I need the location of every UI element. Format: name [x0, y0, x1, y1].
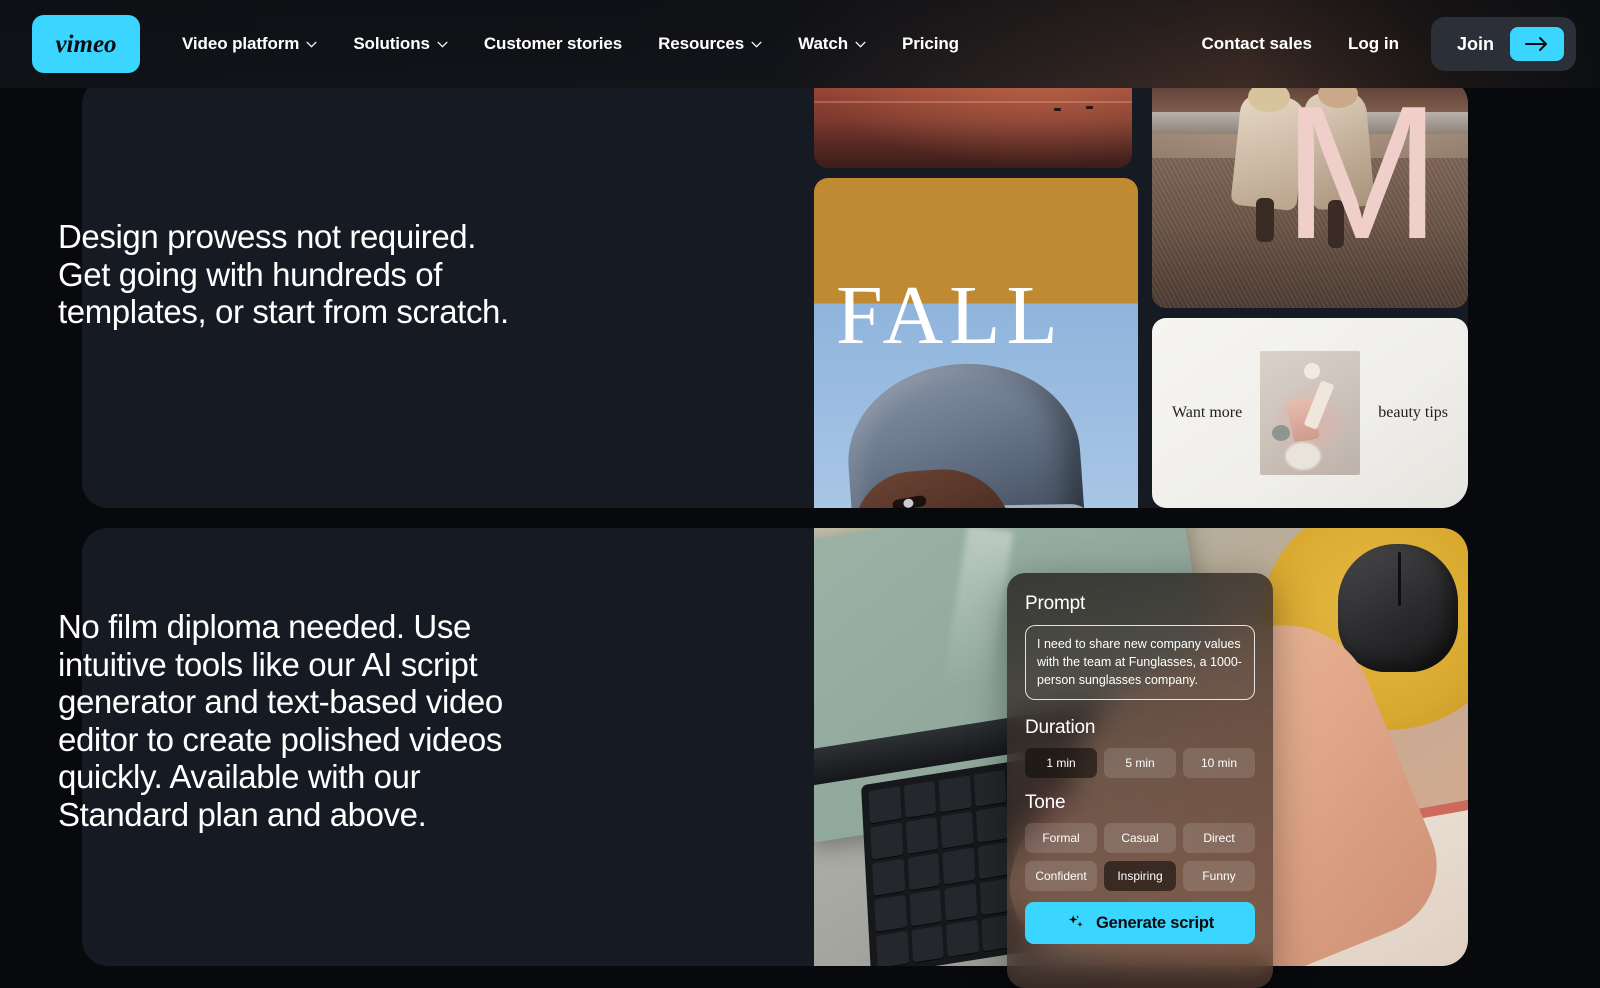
join-label: Join [1456, 33, 1494, 54]
tone-option-inspiring[interactable]: Inspiring [1104, 861, 1176, 892]
nav-item-label: Customer stories [483, 34, 623, 53]
prompt-input[interactable]: I need to share new company values with … [1025, 625, 1255, 701]
join-button[interactable]: Join [1430, 17, 1576, 71]
log-in-link[interactable]: Log in [1330, 24, 1417, 64]
sparkle-icon [1068, 915, 1083, 928]
product-jar [1284, 441, 1323, 471]
contact-sales-link[interactable]: Contact sales [1183, 24, 1330, 64]
chevron-down-icon [855, 41, 866, 48]
tone-option-direct[interactable]: Direct [1183, 823, 1255, 854]
chevron-down-icon [751, 41, 762, 48]
boat-speck [1054, 108, 1061, 111]
screen-glare [943, 528, 1014, 691]
fall-template-word: FALL [836, 269, 1064, 362]
template-collage: FALL M Want more beauty tips [814, 78, 1468, 508]
nav-item-label: Video platform [182, 34, 300, 53]
nav-item-resources[interactable]: Resources [640, 24, 780, 64]
nav-item-label: Watch [798, 34, 848, 53]
boat-speck [1086, 106, 1093, 109]
duration-option-1min[interactable]: 1 min [1025, 748, 1097, 779]
eye-shape [891, 494, 928, 508]
chevron-down-icon [306, 41, 317, 48]
child-leg [1256, 198, 1274, 242]
nav-links: Video platform Solutions Customer storie… [164, 24, 977, 64]
chevron-down-icon [437, 41, 448, 48]
tone-label: Tone [1025, 792, 1066, 814]
nav-item-watch[interactable]: Watch [780, 24, 884, 64]
page-root: vimeo Video platform Solutions Customer … [0, 0, 1600, 988]
monogram-letter: M [1282, 78, 1441, 279]
nav-actions: Contact sales Log in Join [1183, 17, 1576, 71]
nav-item-customer-stories[interactable]: Customer stories [466, 24, 640, 64]
product-pearl [1304, 363, 1321, 379]
tone-options-row-1: Formal Casual Direct [1025, 823, 1255, 854]
generate-script-button[interactable]: Generate script [1025, 902, 1255, 945]
vimeo-logo[interactable]: vimeo [32, 15, 140, 73]
tone-options-row-2: Confident Inspiring Funny [1025, 861, 1255, 892]
ai-headline: No film diploma needed. Use intuitive to… [58, 608, 503, 834]
arrow-right-icon[interactable] [1510, 27, 1564, 61]
tone-option-formal[interactable]: Formal [1025, 823, 1097, 854]
beauty-tile-right-text: beauty tips [1378, 404, 1448, 421]
nav-item-solutions[interactable]: Solutions [335, 24, 466, 64]
computer-mouse [1338, 544, 1458, 672]
tone-option-casual[interactable]: Casual [1104, 823, 1176, 854]
duration-label: Duration [1025, 717, 1096, 739]
beauty-tile-left-text: Want more [1171, 404, 1243, 421]
product-stone [1272, 425, 1291, 441]
tone-option-confident[interactable]: Confident [1025, 861, 1097, 892]
template-thumb-fall[interactable]: FALL [814, 178, 1138, 508]
nav-item-pricing[interactable]: Pricing [884, 24, 977, 64]
beauty-product-photo [1260, 351, 1361, 475]
mouse-seam [1398, 552, 1401, 606]
nav-item-video-platform[interactable]: Video platform [164, 24, 335, 64]
duration-option-5min[interactable]: 5 min [1104, 748, 1176, 779]
template-thumb-monogram[interactable]: M [1152, 78, 1468, 308]
duration-options: 1 min 5 min 10 min [1025, 748, 1255, 779]
ai-script-generator-panel: Prompt I need to share new company value… [1007, 573, 1273, 988]
prompt-label: Prompt [1025, 593, 1086, 614]
generate-script-label: Generate script [1095, 913, 1215, 932]
templates-headline: Design prowess not required. Get going w… [58, 218, 509, 331]
nav-item-label: Pricing [902, 34, 959, 53]
template-thumb-beauty-tips[interactable]: Want more beauty tips [1152, 318, 1468, 508]
nav-item-label: Resources [658, 34, 745, 53]
horizon-line [814, 101, 1132, 104]
top-navigation-bar: vimeo Video platform Solutions Customer … [0, 0, 1600, 88]
nav-item-label: Solutions [353, 34, 430, 53]
svg-text:vimeo: vimeo [55, 31, 116, 58]
duration-option-10min[interactable]: 10 min [1183, 748, 1255, 779]
template-thumb-sunset[interactable] [814, 78, 1132, 168]
tone-option-funny[interactable]: Funny [1183, 861, 1255, 892]
